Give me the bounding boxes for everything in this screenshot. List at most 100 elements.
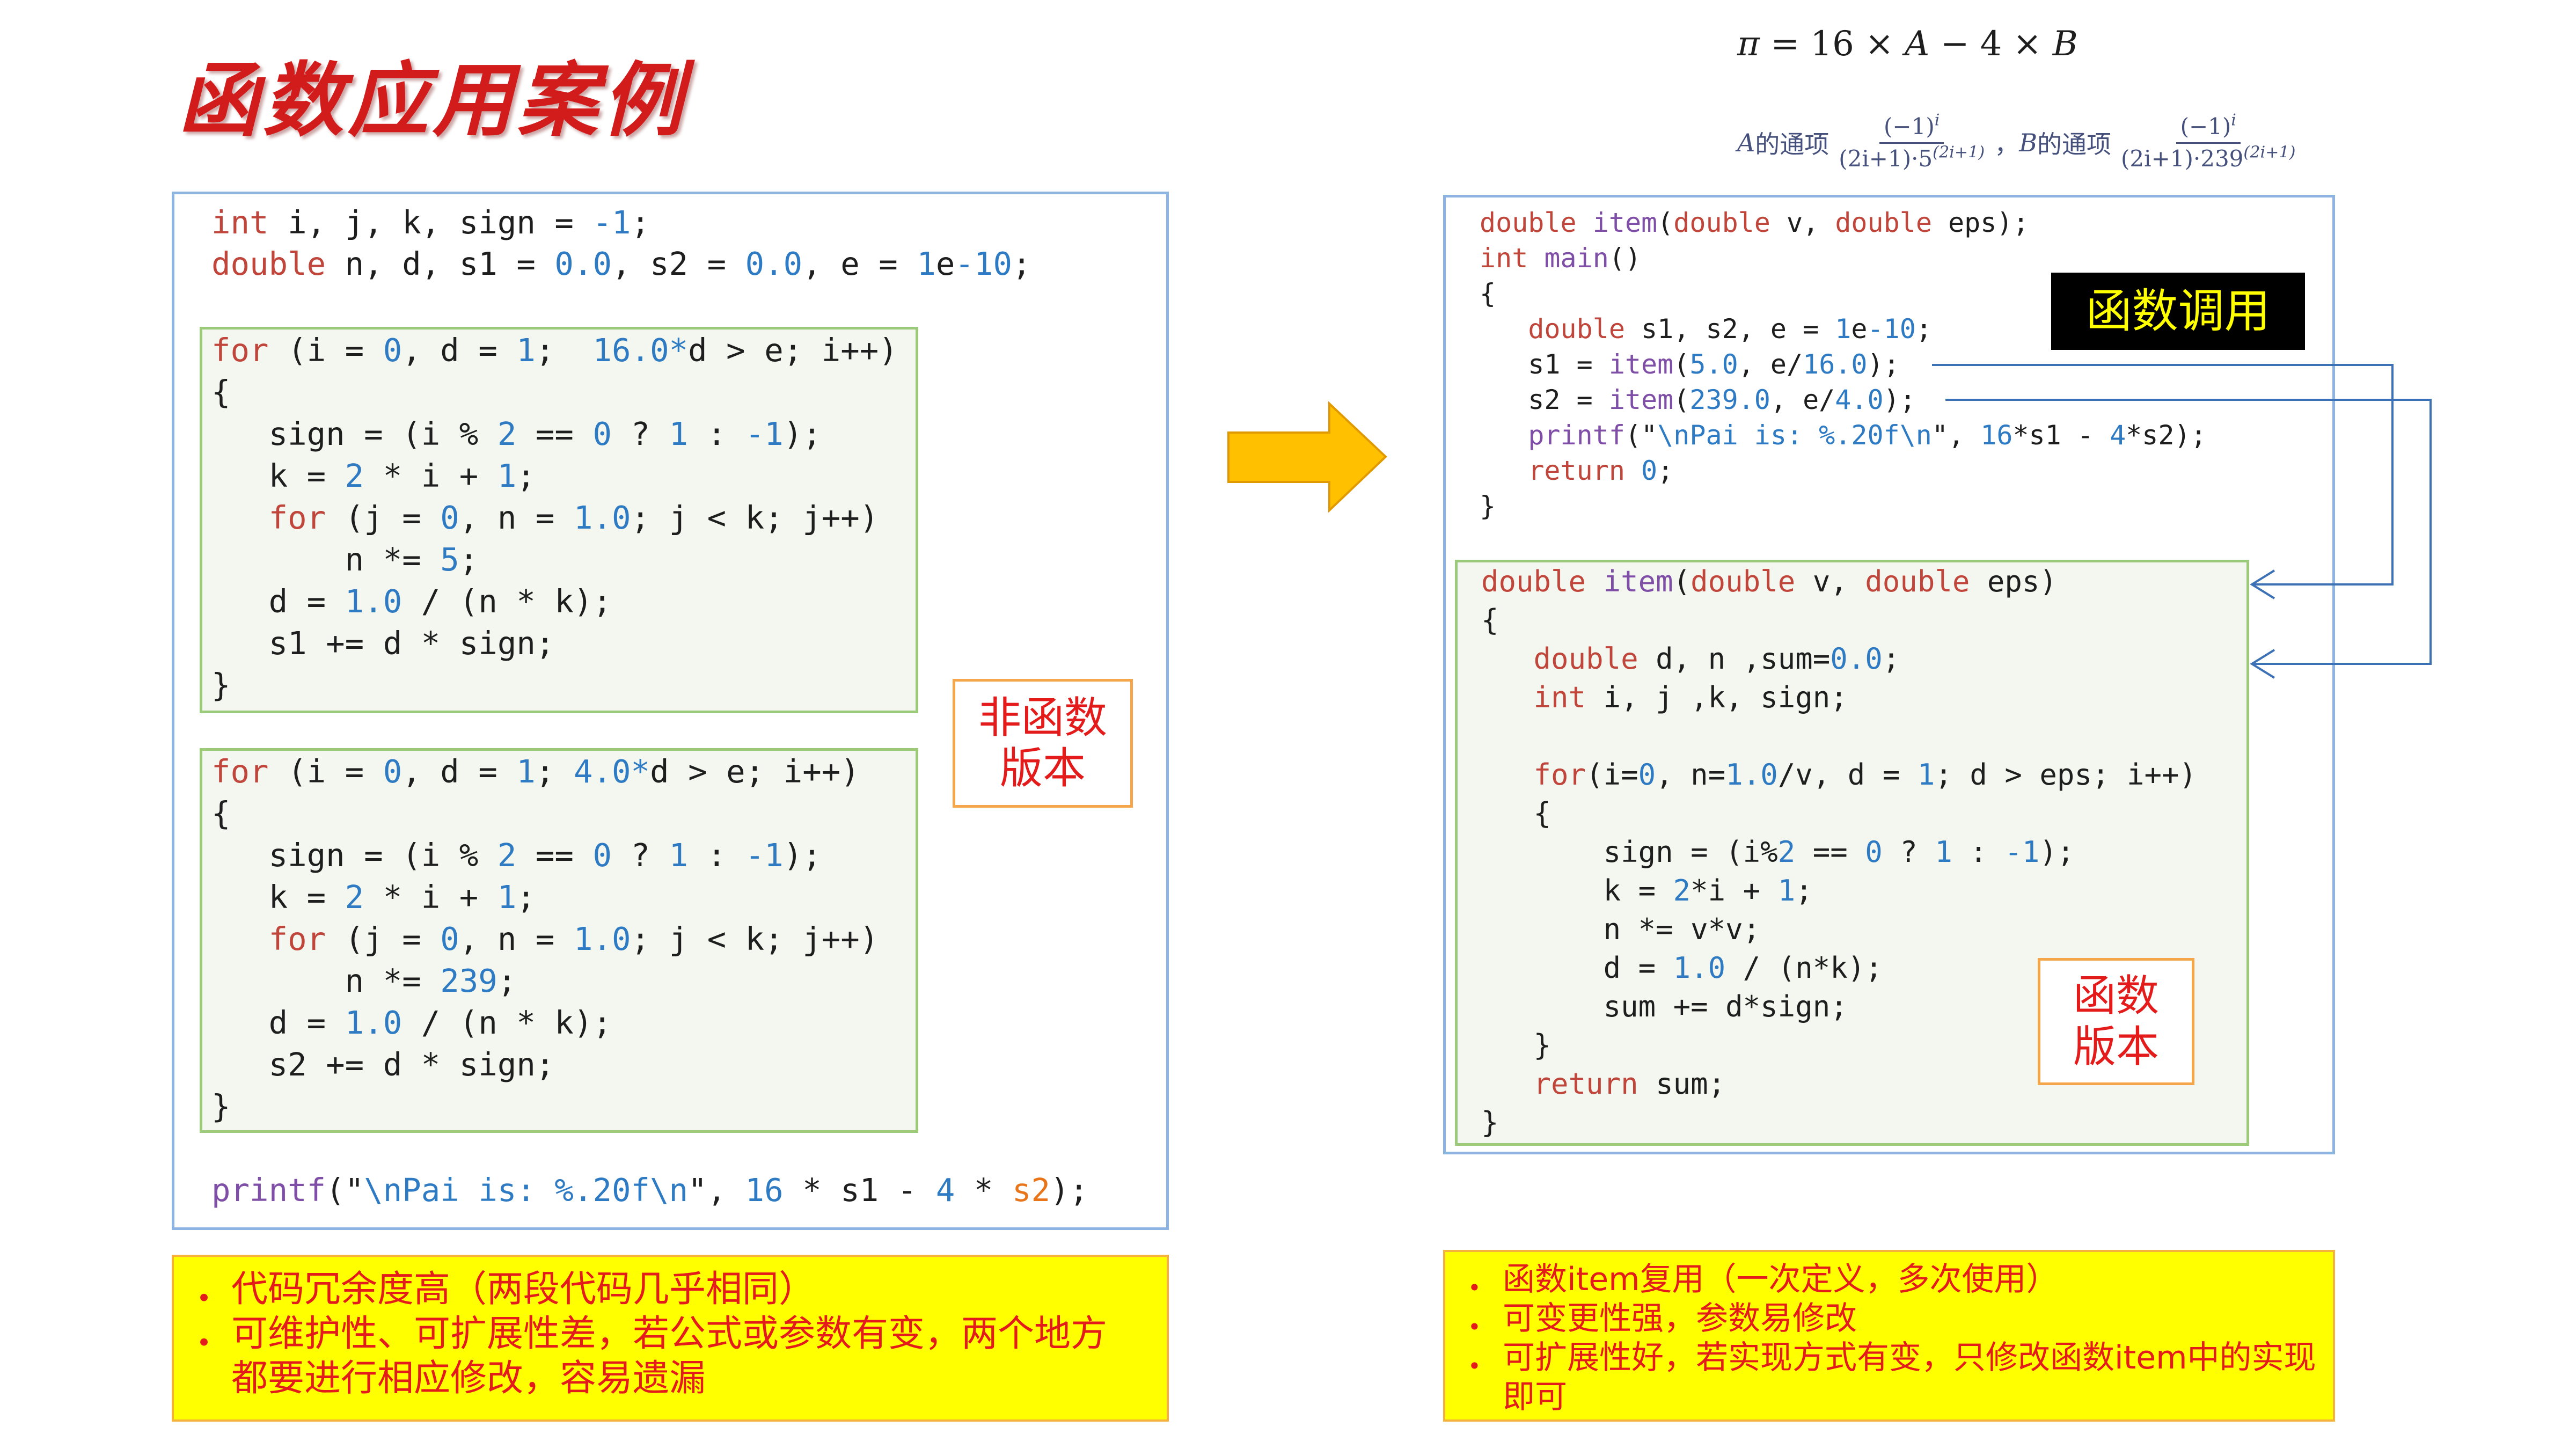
code-line: s2 = item(239.0, e/4.0); — [1480, 382, 2207, 418]
code-line: for (j = 0, n = 1.0; j < k; j++) — [211, 497, 898, 539]
code-token: -1 — [745, 837, 784, 874]
code-line: n *= 5; — [211, 539, 898, 581]
numerator-exponent: i — [2231, 111, 2236, 130]
code-line: sign = (i % 2 == 0 ? 1 : -1); — [211, 835, 879, 876]
code-token: printf — [1528, 420, 1625, 451]
code-token: 2 — [497, 837, 517, 874]
code-token: v, — [1795, 565, 1865, 598]
code-token: -1 — [745, 415, 784, 452]
code-token: (i = — [268, 332, 383, 369]
code-token: k = — [1481, 874, 1673, 908]
code-token: item — [1592, 207, 1658, 238]
code-line: double d, n ,sum=0.0; — [1481, 640, 2197, 678]
list-item: 代码冗余度高（两段代码几乎相同） — [196, 1267, 1128, 1330]
code-token: * i + — [364, 879, 497, 916]
code-token: { — [211, 795, 231, 832]
code-token: 239 — [440, 962, 497, 999]
code-token: -10 — [1867, 313, 1916, 345]
code-token: s1, s2, e = — [1624, 313, 1835, 345]
code-token: ( — [1673, 565, 1691, 598]
drawbacks-list: 代码冗余度高（两段代码几乎相同） 可维护性、可扩展性差，若公式或参数有变，两个地… — [196, 1267, 1128, 1401]
code-token: s2 += d * sign; — [211, 1046, 555, 1083]
tag-line: 版本 — [2073, 1021, 2159, 1072]
code-token: k = — [211, 457, 345, 494]
code-token: : — [1952, 835, 2005, 869]
a-term-fraction: (−1)i (2i+1)·5(2i+1) — [1834, 112, 1989, 172]
code-token: 0 — [1641, 455, 1658, 486]
code-token: 1 — [1777, 874, 1796, 908]
code-line: sign = (i%2 == 0 ? 1 : -1); — [1481, 833, 2197, 872]
code-token: 2 — [345, 879, 364, 916]
code-token: (i= — [1586, 758, 1638, 792]
code-token: int — [1480, 243, 1528, 274]
code-token: } — [211, 667, 231, 704]
denominator-exponent: (2i+1) — [2243, 142, 2296, 162]
code-token: double — [1480, 207, 1577, 238]
code-token: 1.0 — [345, 583, 402, 620]
output-code: printf("\nPai is: %.20f\n", 16 * s1 - 4 … — [211, 1169, 1088, 1211]
code-token: * — [955, 1172, 1012, 1209]
function-call-label: 函数调用 — [2085, 284, 2271, 338]
code-token: -10 — [955, 245, 1012, 282]
code-token: e — [1851, 313, 1868, 345]
code-token: *i + — [1690, 874, 1778, 908]
code-token: 4.0* — [573, 753, 650, 790]
tag-line: 非函数 — [978, 692, 1107, 743]
code-line: for(i=0, n=1.0/v, d = 1; d > eps; i++) — [1481, 756, 2197, 794]
code-token: k = — [211, 879, 345, 916]
list-item: 可变更性强，参数易修改 — [1468, 1299, 2329, 1355]
code-token: item — [1608, 384, 1674, 415]
code-line: double item(double v, double eps) — [1481, 562, 2197, 601]
code-token: for — [268, 499, 326, 536]
code-token: (i = — [268, 753, 383, 790]
slide-title: 函数应用案例 — [178, 53, 687, 148]
code-line: int i, j ,k, sign; — [1481, 678, 2197, 717]
code-token: 1 — [1835, 313, 1851, 345]
code-token: ); — [783, 837, 822, 874]
denominator-base: (2i+1)·239 — [2121, 145, 2244, 172]
code-token: / (n * k); — [402, 1004, 612, 1041]
code-token: n *= — [211, 962, 441, 999]
code-token: (" — [1624, 420, 1658, 451]
denominator-base: (2i+1)·5 — [1839, 145, 1933, 172]
code-token: s2 — [1012, 1172, 1050, 1209]
code-line: { — [1481, 794, 2197, 833]
code-token: d = — [211, 1004, 345, 1041]
numerator-base: (−1) — [2180, 113, 2231, 140]
code-token: sign = (i% — [1481, 835, 1778, 869]
b-term-var: B — [2019, 128, 2038, 157]
code-token: ); — [1883, 384, 1916, 415]
code-token: d, n ,sum= — [1638, 642, 1831, 676]
code-token: ( — [1657, 207, 1674, 238]
code-token: \nPai is: %.20f\n — [364, 1172, 689, 1209]
code-token: ? — [611, 837, 669, 874]
code-token: 1.0 — [573, 920, 631, 957]
code-token: 1.0 — [1725, 758, 1778, 792]
code-token: 1 — [917, 245, 936, 282]
code-token: } — [211, 1088, 231, 1125]
code-token: , s2 = — [611, 245, 745, 282]
numerator-base: (−1) — [1884, 113, 1935, 140]
code-token: { — [211, 374, 231, 411]
code-token: , e/ — [1770, 384, 1835, 415]
code-token: printf — [211, 1172, 326, 1209]
code-token: item — [1603, 565, 1673, 598]
code-token: ); — [783, 415, 822, 452]
code-token: for — [1533, 758, 1586, 792]
code-token: ", — [688, 1172, 745, 1209]
code-line: n *= v*v; — [1481, 910, 2197, 949]
code-token: * i + — [364, 457, 497, 494]
code-token: == — [516, 415, 593, 452]
code-token: 4.0 — [1835, 384, 1884, 415]
code-line: k = 2 * i + 1; — [211, 876, 879, 918]
code-token: ? — [611, 415, 669, 452]
code-line: n *= 239; — [211, 960, 879, 1002]
right-arrow-icon — [1227, 401, 1387, 513]
function-version-tag: 函数 版本 — [2038, 958, 2194, 1085]
code-token: 2 — [497, 415, 517, 452]
code-token: 5.0 — [1689, 349, 1738, 380]
